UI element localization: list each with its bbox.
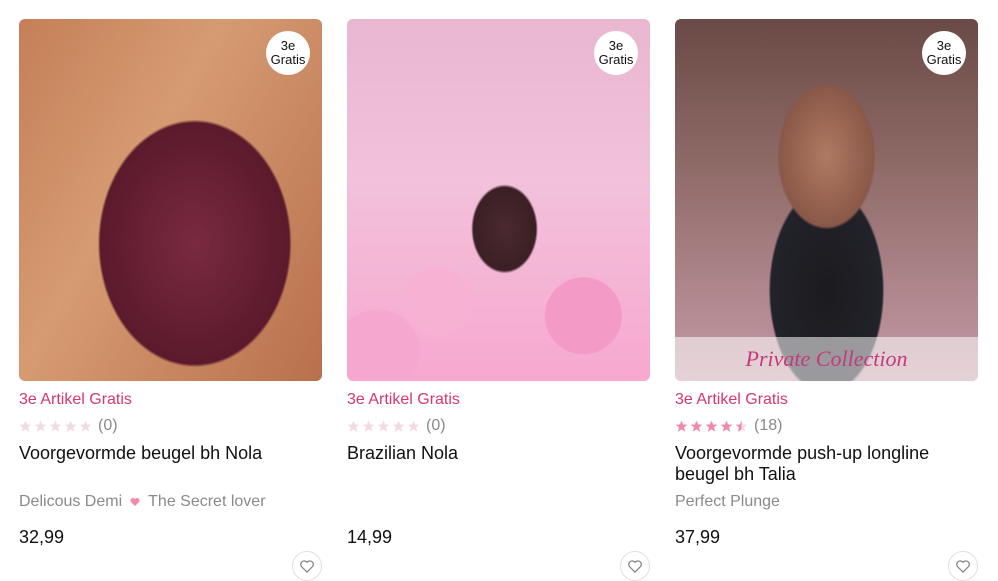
product-image[interactable]: 3e Gratis — [19, 19, 322, 381]
wishlist-heart-icon — [956, 559, 970, 573]
badge-line2: Gratis — [270, 52, 306, 67]
product-name[interactable]: Brazilian Nola — [347, 443, 650, 487]
heart-icon — [130, 498, 140, 506]
badge-line1: 3e — [280, 38, 296, 53]
product-name[interactable]: Voorgevormde push-up longline beugel bh … — [675, 443, 978, 487]
wishlist-button[interactable] — [620, 551, 650, 581]
product-grid: 3e Gratis 3e Artikel Gratis (0) Voorgevo… — [0, 0, 998, 581]
promo-label: 3e Artikel Gratis — [347, 391, 460, 408]
collection-line — [347, 493, 650, 511]
collection-link[interactable]: The Secret lover — [148, 493, 265, 511]
badge-line1: 3e — [608, 38, 624, 53]
rating: (0) — [19, 417, 322, 435]
promo-label: 3e Artikel Gratis — [19, 391, 132, 408]
image-caption: Private Collection — [675, 337, 978, 381]
badge-line2: Gratis — [926, 52, 962, 67]
wishlist-button[interactable] — [948, 551, 978, 581]
star-icon — [705, 420, 718, 432]
star-rating — [19, 420, 92, 433]
badge-line1: 3e — [936, 38, 952, 53]
product-card[interactable]: 3e Gratis Private Collection 3e Artikel … — [675, 19, 978, 581]
star-icon — [392, 420, 405, 432]
product-image[interactable]: 3e Gratis — [347, 19, 650, 381]
star-icon — [49, 420, 62, 432]
product-name[interactable]: Voorgevormde beugel bh Nola — [19, 443, 322, 487]
collection-line: Perfect Plunge — [675, 493, 978, 511]
star-icon — [19, 420, 32, 432]
collection-link[interactable]: Perfect Plunge — [675, 493, 780, 511]
free-item-badge: 3e Gratis — [594, 31, 638, 75]
star-icon — [407, 420, 420, 432]
star-icon — [64, 420, 77, 432]
product-card[interactable]: 3e Gratis 3e Artikel Gratis (0) Brazilia… — [347, 19, 650, 581]
star-icon — [79, 420, 92, 432]
product-price: 37,99 — [675, 527, 721, 547]
promo-label: 3e Artikel Gratis — [675, 391, 788, 408]
review-count: (18) — [754, 417, 783, 434]
star-icon — [377, 420, 390, 432]
star-rating — [347, 420, 420, 433]
rating: (18) — [675, 417, 978, 435]
free-item-badge: 3e Gratis — [266, 31, 310, 75]
product-price: 32,99 — [19, 527, 65, 547]
star-half-icon — [735, 420, 748, 432]
wishlist-heart-icon — [628, 559, 642, 573]
star-icon — [675, 420, 688, 432]
product-card[interactable]: 3e Gratis 3e Artikel Gratis (0) Voorgevo… — [19, 19, 322, 581]
star-icon — [347, 420, 360, 432]
star-icon — [362, 420, 375, 432]
review-count: (0) — [98, 417, 118, 434]
product-price: 14,99 — [347, 527, 393, 547]
badge-line2: Gratis — [598, 52, 634, 67]
product-image[interactable]: 3e Gratis Private Collection — [675, 19, 978, 381]
rating: (0) — [347, 417, 650, 435]
wishlist-button[interactable] — [292, 551, 322, 581]
free-item-badge: 3e Gratis — [922, 31, 966, 75]
star-icon — [720, 420, 733, 432]
collection-link[interactable]: Delicous Demi — [19, 493, 122, 511]
star-icon — [690, 420, 703, 432]
star-icon — [34, 420, 47, 432]
star-rating — [675, 420, 748, 433]
collection-line: Delicous Demi The Secret lover — [19, 493, 322, 511]
wishlist-heart-icon — [300, 559, 314, 573]
review-count: (0) — [426, 417, 446, 434]
